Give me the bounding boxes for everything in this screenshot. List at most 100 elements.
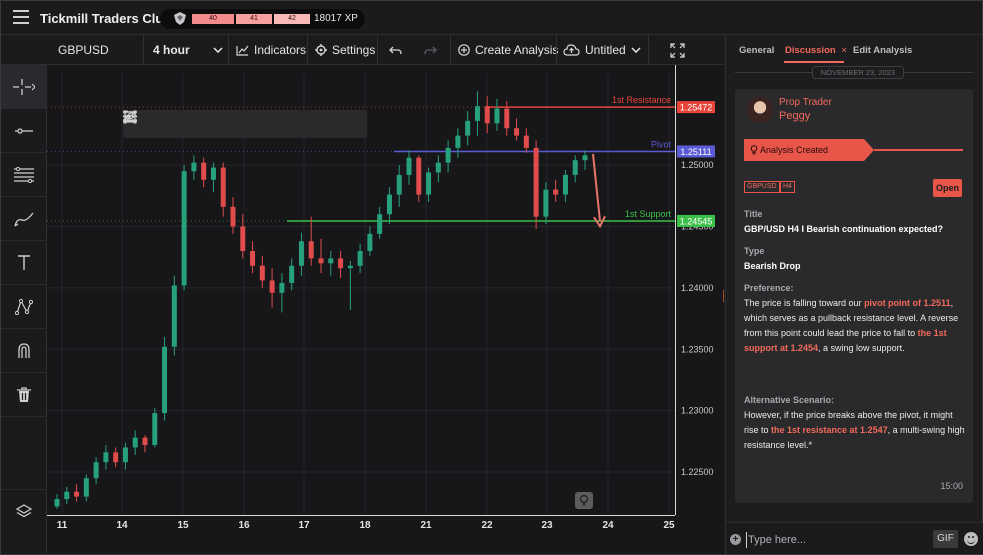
x-tick-label: 17 xyxy=(298,520,310,531)
candle xyxy=(357,243,363,274)
top-bar: Tickmill Traders Club 40 41 42 18017 XP xyxy=(1,1,982,35)
projection-arrow[interactable] xyxy=(592,153,601,222)
trash-icon xyxy=(17,386,31,402)
gear-icon xyxy=(315,44,327,56)
indicators-label: Indicators xyxy=(254,43,307,57)
gif-button[interactable]: GIF xyxy=(933,530,958,548)
create-analysis-button[interactable]: Create Analysis xyxy=(458,35,558,65)
brush-tool[interactable] xyxy=(1,197,47,241)
candlestick-chart[interactable]: 1st Resistance Pivot 1st Support 11 14 15 16 1… xyxy=(47,65,724,554)
indicators-button[interactable]: Indicators xyxy=(236,35,306,65)
candle xyxy=(484,96,490,134)
level-name: 1st Support xyxy=(625,209,672,219)
candle xyxy=(250,241,256,274)
date-separator: NOVEMBER 23, 2023 xyxy=(812,66,904,79)
x-tick-label: 11 xyxy=(57,520,68,531)
candle xyxy=(181,165,187,291)
magnet-tool[interactable] xyxy=(1,329,47,373)
undo-icon xyxy=(389,46,402,54)
rectangle-button[interactable] xyxy=(123,110,340,138)
hint-bulb-button[interactable] xyxy=(575,492,593,509)
message-composer: + GIF xyxy=(726,522,983,554)
type-label: Type xyxy=(744,246,765,256)
curve-button[interactable] xyxy=(123,110,253,138)
fib-tool[interactable] xyxy=(1,153,47,197)
fib-fan-button[interactable] xyxy=(123,110,224,138)
untitled-dropdown[interactable]: Untitled xyxy=(563,35,641,65)
layers-tool[interactable] xyxy=(1,489,47,533)
analysis-panel: General Discussion × Edit Analysis NOVEM… xyxy=(725,35,983,554)
pattern-tool[interactable] xyxy=(1,285,47,329)
magnet-icon xyxy=(18,343,30,358)
candle xyxy=(338,251,344,279)
x-tick-label: 23 xyxy=(541,520,553,531)
parallel-lines-button[interactable] xyxy=(123,110,195,138)
symbol-button[interactable]: GBPUSD xyxy=(58,35,109,65)
delete-drawings-tool[interactable] xyxy=(1,373,47,417)
app-title: Tickmill Traders Club xyxy=(40,11,172,26)
layers-icon xyxy=(16,503,32,517)
fullscreen-button[interactable] xyxy=(670,35,685,65)
close-icon[interactable]: × xyxy=(841,45,847,56)
x-tick-label: 14 xyxy=(116,520,128,531)
settings-button[interactable]: Settings xyxy=(315,35,375,65)
candle xyxy=(347,260,353,310)
y-tick-label: 1.22500 xyxy=(681,467,714,477)
candle xyxy=(553,179,559,202)
untitled-label: Untitled xyxy=(585,43,626,57)
status-text: Analysis Created xyxy=(760,145,829,155)
arrow-button[interactable] xyxy=(124,110,311,138)
add-attachment-icon[interactable]: + xyxy=(730,534,741,545)
chart-canvas[interactable]: 1st Resistance Pivot 1st Support 11 14 15 16 1… xyxy=(47,65,724,554)
chevron-down-icon xyxy=(213,47,223,53)
horizontal-line-tool[interactable] xyxy=(1,109,47,153)
drawing-tools-sidebar xyxy=(1,65,47,554)
chevron-down-icon xyxy=(631,47,641,53)
candle xyxy=(474,91,480,136)
tab-general[interactable]: General xyxy=(739,45,774,56)
candle xyxy=(259,255,265,288)
menu-icon[interactable] xyxy=(13,10,29,24)
candle xyxy=(328,251,334,276)
user-role: Prop Trader xyxy=(779,97,832,108)
horizontal-line-icon xyxy=(15,127,33,134)
alternative-label: Alternative Scenario: xyxy=(744,395,835,405)
interval-label: 4 hour xyxy=(153,43,190,57)
undo-button[interactable] xyxy=(389,35,402,65)
tab-edit-analysis[interactable]: Edit Analysis xyxy=(853,45,912,56)
candle xyxy=(220,162,226,217)
message-input[interactable] xyxy=(746,532,926,548)
panel-tabs: General Discussion × Edit Analysis xyxy=(726,35,983,65)
pattern-icon xyxy=(15,298,33,315)
brush-icon xyxy=(14,212,34,227)
symbol-tag: GBPUSD xyxy=(744,181,780,193)
level-name: Pivot xyxy=(651,139,672,149)
candle xyxy=(308,216,314,266)
crosshair-tool[interactable] xyxy=(1,65,47,109)
rectangle-icon xyxy=(123,110,137,124)
user-name[interactable]: Peggy xyxy=(779,110,810,122)
price-tag-label: 1.25472 xyxy=(680,103,713,113)
emoji-icon[interactable] xyxy=(964,532,978,546)
redo-button[interactable] xyxy=(424,35,437,65)
active-tab-indicator xyxy=(784,61,844,63)
avatar[interactable] xyxy=(747,97,773,123)
x-tick-label: 15 xyxy=(177,520,189,531)
analysis-card: Prop Trader Peggy Analysis Created GBPUS… xyxy=(735,89,973,503)
x-tick-label: 16 xyxy=(238,520,250,531)
candle xyxy=(582,150,588,170)
candle xyxy=(83,474,89,502)
text-tool[interactable] xyxy=(1,241,47,285)
candle xyxy=(289,258,295,291)
trend-line-button[interactable] xyxy=(124,110,166,138)
x-tick-label: 18 xyxy=(359,520,371,531)
candle xyxy=(201,157,207,188)
status-banner: Analysis Created xyxy=(744,139,874,161)
open-button[interactable]: Open xyxy=(933,179,962,197)
redo-icon xyxy=(424,46,437,54)
ray-button[interactable] xyxy=(123,110,282,138)
interval-dropdown[interactable]: 4 hour xyxy=(153,35,223,65)
tab-discussion[interactable]: Discussion × xyxy=(785,45,847,56)
candle xyxy=(230,197,236,234)
indicators-icon xyxy=(236,45,249,56)
